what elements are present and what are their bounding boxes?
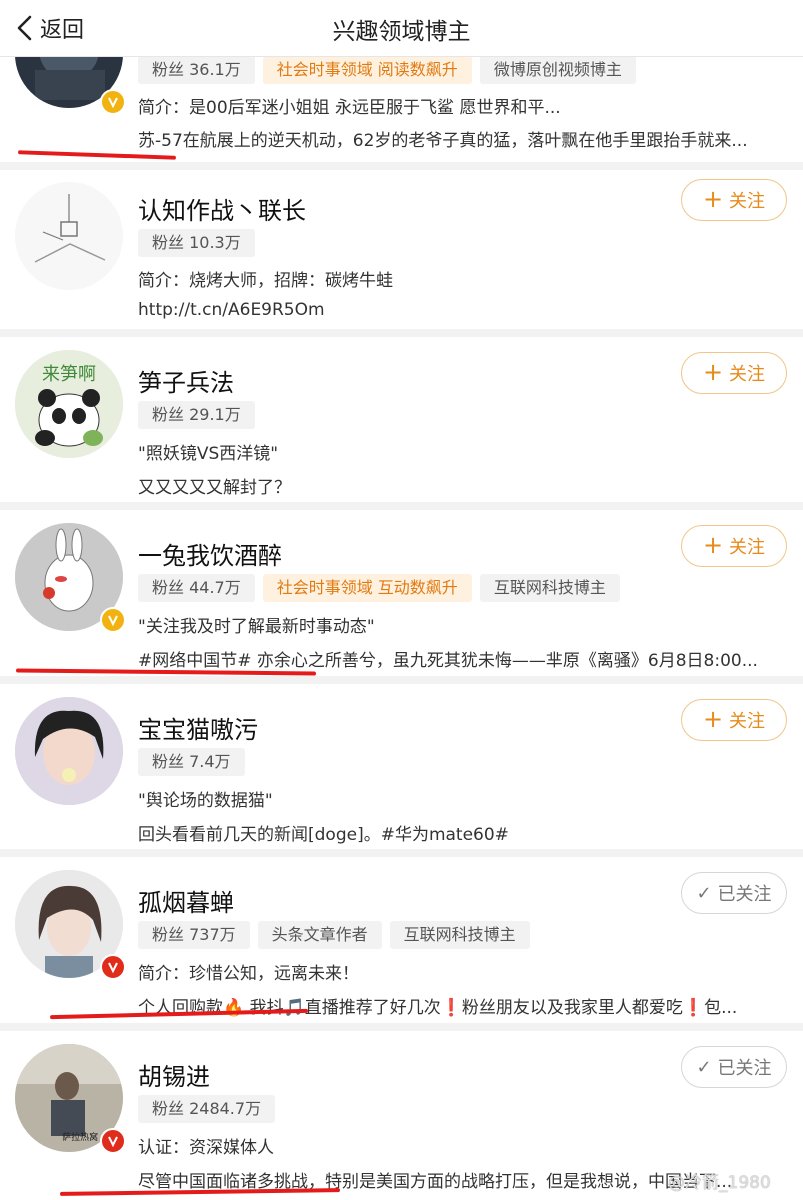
followed-button[interactable]: ✓ 已关注 [681,872,787,914]
verified-badge-icon [100,89,126,115]
verified-badge-icon [100,954,126,980]
plus-icon: + [702,705,724,733]
tag-row: 粉丝 44.7万 社会时事领域 互动数飙升 互联网科技博主 [138,574,620,604]
followed-button[interactable]: ✓ 已关注 [681,1046,787,1088]
plus-icon: + [702,358,724,386]
blogger-card[interactable]: 认知作战丶联长 粉丝 10.3万 简介：烧烤大师，招牌：碳烤牛蛙 http://… [0,170,803,337]
plus-icon: + [702,185,724,213]
tag: 粉丝 737万 [138,921,250,949]
latest-post[interactable]: 回头看看前几天的新闻[doge]。#华为mate60# [138,820,788,845]
check-icon: ✓ [696,1056,712,1078]
latest-post[interactable]: #网络中国节# 亦余心之所善兮，虽九死其犹未悔——芈原《离骚》6月8日8:00.… [138,646,788,671]
bio-text: 简介：烧烤大师，招牌：碳烤牛蛙 [138,271,393,291]
tag: 粉丝 2484.7万 [138,1095,276,1123]
tag: 互联网科技博主 [389,921,530,949]
tag-row: 粉丝 36.1万 社会时事领域 阅读数飙升 微博原创视频博主 [138,56,636,86]
avatar[interactable] [15,697,123,805]
blogger-name[interactable]: 认知作战丶联长 [138,191,306,226]
tag: 微博原创视频博主 [479,56,636,84]
blogger-name[interactable]: 宝宝猫嗷污 [138,710,258,745]
avatar-text: 来笋啊 [42,364,96,385]
tag: 社会时事领域 阅读数飙升 [262,56,472,84]
tag: 互联网科技博主 [479,574,620,602]
latest-post[interactable]: 苏-57在航展上的逆天机动，62岁的老爷子真的猛，落叶飘在他手里跟抬手就来... [138,126,788,151]
latest-post[interactable]: 又又又又又解封了？ [138,473,788,498]
blogger-card[interactable]: 孤烟暮蝉 粉丝 737万 头条文章作者 互联网科技博主 简介：珍惜公知，远离未来… [0,857,803,1031]
blogger-name[interactable]: 孤烟暮蝉 [138,883,234,918]
latest-post[interactable]: http://t.cn/A6E9R5Om [138,300,788,320]
watermark: @冷箭_1980 [668,1173,771,1193]
blogger-card[interactable]: 来笋啊 笋子兵法 粉丝 29.1万 "照妖镜VS西洋镜" 又又又又又解封了？ +… [0,337,803,510]
tag-row: 粉丝 2484.7万 [138,1095,276,1125]
tag: 头条文章作者 [257,921,382,949]
plus-icon: + [702,531,724,559]
blogger-card[interactable]: 宝宝猫嗷污 粉丝 7.4万 "舆论场的数据猫" 回头看看前几天的新闻[doge]… [0,684,803,857]
tag: 粉丝 36.1万 [138,56,255,84]
tag: 社会时事领域 互动数飙升 [262,574,472,602]
avatar[interactable]: 来笋啊 [15,350,123,458]
blogger-card[interactable]: 一兔我饮酒醉 粉丝 44.7万 社会时事领域 互动数飙升 互联网科技博主 "关注… [0,510,803,684]
tag: 粉丝 29.1万 [138,401,255,429]
verified-badge-icon [100,1128,126,1154]
tag-row: 粉丝 7.4万 [138,748,245,778]
blogger-name[interactable]: 胡锡进 [138,1057,210,1092]
bio-text: "关注我及时了解最新时事动态" [138,617,375,637]
verified-badge-icon [100,607,126,633]
follow-button[interactable]: + 关注 [681,699,787,741]
bio-text: 简介：是00后军迷小姐姐 永远臣服于飞鲨 愿世界和平... [138,98,561,118]
nav-bar: 返回 兴趣领域博主 [0,0,803,57]
blogger-name[interactable]: 笋子兵法 [138,363,234,398]
follow-button[interactable]: + 关注 [681,525,787,567]
tag-row: 粉丝 29.1万 [138,401,255,431]
bio-text: 认证：资深媒体人 [138,1138,274,1158]
follow-button[interactable]: + 关注 [681,352,787,394]
bio-text: "照妖镜VS西洋镜" [138,444,279,464]
tag: 粉丝 7.4万 [138,748,245,776]
avatar[interactable] [15,182,123,290]
tag-row: 粉丝 10.3万 [138,229,255,259]
check-icon: ✓ [696,882,712,904]
bio-text: 简介：珍惜公知，远离未来！ [138,964,359,984]
blogger-name[interactable]: 一兔我饮酒醉 [138,536,282,571]
page-title: 兴趣领域博主 [332,19,471,45]
tag: 粉丝 44.7万 [138,574,255,602]
bio-text: "舆论场的数据猫" [138,791,273,811]
follow-button[interactable]: + 关注 [681,179,787,221]
tag: 粉丝 10.3万 [138,229,255,257]
tag-row: 粉丝 737万 头条文章作者 互联网科技博主 [138,921,530,951]
